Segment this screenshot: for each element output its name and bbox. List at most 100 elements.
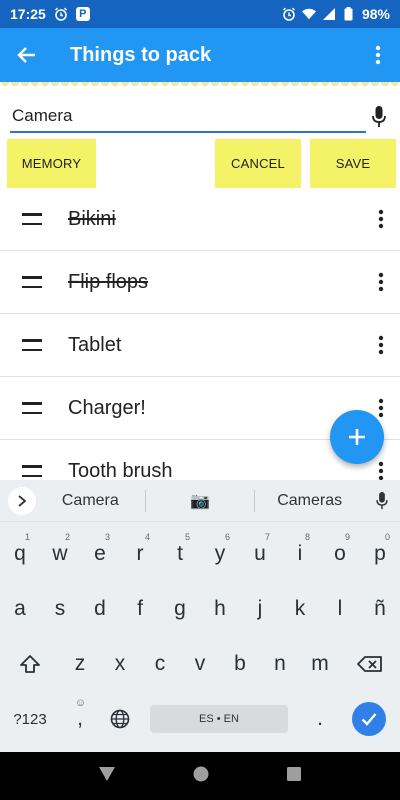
key-p[interactable]: p0 [360,530,400,578]
list-item-label: Bikini [68,207,116,230]
shift-key[interactable] [0,640,60,688]
suggestion-item[interactable]: Cameras [255,492,364,510]
list-item[interactable]: Bikini [0,188,400,251]
list-item[interactable]: Tablet [0,314,400,377]
square-recents-icon [287,766,301,781]
signal-icon [322,7,336,21]
key-b[interactable]: b [220,640,260,688]
list-item-label: Tablet [68,333,122,356]
save-button[interactable]: SAVE [310,139,396,188]
more-vertical-icon [378,209,384,229]
key-f[interactable]: f [120,585,160,633]
list-item-label: Charger! [68,396,146,419]
key-u[interactable]: u7 [240,530,280,578]
key-q[interactable]: q1 [0,530,40,578]
key-d[interactable]: d [80,585,120,633]
item-menu-button[interactable] [378,188,384,250]
key-e[interactable]: e3 [80,530,120,578]
key-w[interactable]: w2 [40,530,80,578]
key-i[interactable]: i8 [280,530,320,578]
memory-button[interactable]: MEMORY [7,139,96,188]
backspace-key[interactable] [340,640,400,688]
key-n-tilde[interactable]: ñ [360,585,400,633]
more-vertical-icon [378,461,384,480]
shift-icon [20,655,40,673]
key-m[interactable]: m [300,640,340,688]
comma-key[interactable]: , ☺ [60,695,100,743]
mic-icon [372,106,386,127]
add-item-button[interactable] [330,410,384,464]
chevron-right-icon [18,494,27,507]
app-bar: Things to pack [0,28,400,82]
triangle-back-icon [99,766,115,781]
suggestion-item[interactable]: Camera [36,492,145,510]
decorative-border [0,82,400,92]
alarm-icon [282,7,296,21]
suggestion-emoji[interactable]: 📷 [146,491,255,511]
battery-level: 98% [361,6,390,22]
key-g[interactable]: g [160,585,200,633]
key-row-2: a s d f g h j k l ñ [0,585,400,633]
page-title: Things to pack [70,43,212,66]
mic-icon [376,491,388,509]
drag-handle-icon[interactable] [22,465,42,477]
enter-key[interactable] [352,702,386,736]
cancel-button[interactable]: CANCEL [215,139,301,188]
more-vertical-icon [378,335,384,355]
more-vertical-icon [375,45,381,65]
emoji-hint-icon: ☺ [74,697,86,709]
drag-handle-icon[interactable] [22,402,42,414]
key-x[interactable]: x [100,640,140,688]
nav-recents-button[interactable] [286,766,302,787]
system-navigation-bar [0,752,400,800]
key-t[interactable]: t5 [160,530,200,578]
nav-home-button[interactable] [192,765,210,788]
key-r[interactable]: r4 [120,530,160,578]
key-h[interactable]: h [200,585,240,633]
backspace-icon [357,656,382,672]
key-s[interactable]: s [40,585,80,633]
key-v[interactable]: v [180,640,220,688]
status-bar: 17:25 P 98% [0,0,400,28]
list-item[interactable]: Flip flops [0,251,400,314]
key-n[interactable]: n [260,640,300,688]
more-vertical-icon [378,272,384,292]
item-menu-button[interactable] [378,314,384,376]
battery-icon [342,7,356,21]
key-y[interactable]: y6 [200,530,240,578]
back-button[interactable] [0,28,54,82]
space-bar[interactable]: ES • EN [150,705,288,733]
expand-suggestions-button[interactable] [8,486,36,515]
checkmark-icon [361,713,377,726]
drag-handle-icon[interactable] [22,213,42,225]
item-text-field[interactable] [10,101,366,133]
item-menu-button[interactable] [378,251,384,313]
key-a[interactable]: a [0,585,40,633]
key-l[interactable]: l [320,585,360,633]
key-c[interactable]: c [140,640,180,688]
overflow-menu-button[interactable] [356,28,400,82]
nav-back-button[interactable] [98,766,116,787]
keyboard-voice-button[interactable] [364,491,400,510]
key-row-3: z x c v b n m [0,640,400,688]
globe-icon [110,709,130,729]
key-j[interactable]: j [240,585,280,633]
drag-handle-icon[interactable] [22,276,42,288]
list-item-label: Tooth brush [68,459,173,481]
alarm-icon [54,7,68,21]
on-screen-keyboard: Camera 📷 Cameras q1 w2 e3 r4 t5 y6 u7 i8… [0,480,400,752]
key-k[interactable]: k [280,585,320,633]
drag-handle-icon[interactable] [22,339,42,351]
list-item-label: Flip flops [68,270,149,293]
key-z[interactable]: z [60,640,100,688]
screen: 17:25 P 98% Things to pack Camera MEMORY… [0,0,400,800]
circle-home-icon [193,766,209,781]
period-key[interactable]: . [300,695,340,743]
voice-input-button[interactable] [366,106,392,128]
more-vertical-icon [378,398,384,418]
symbols-key[interactable]: ?123 [0,695,60,743]
item-input-row [10,100,392,134]
language-key[interactable] [100,695,140,743]
plus-icon [349,429,365,445]
key-o[interactable]: o9 [320,530,360,578]
